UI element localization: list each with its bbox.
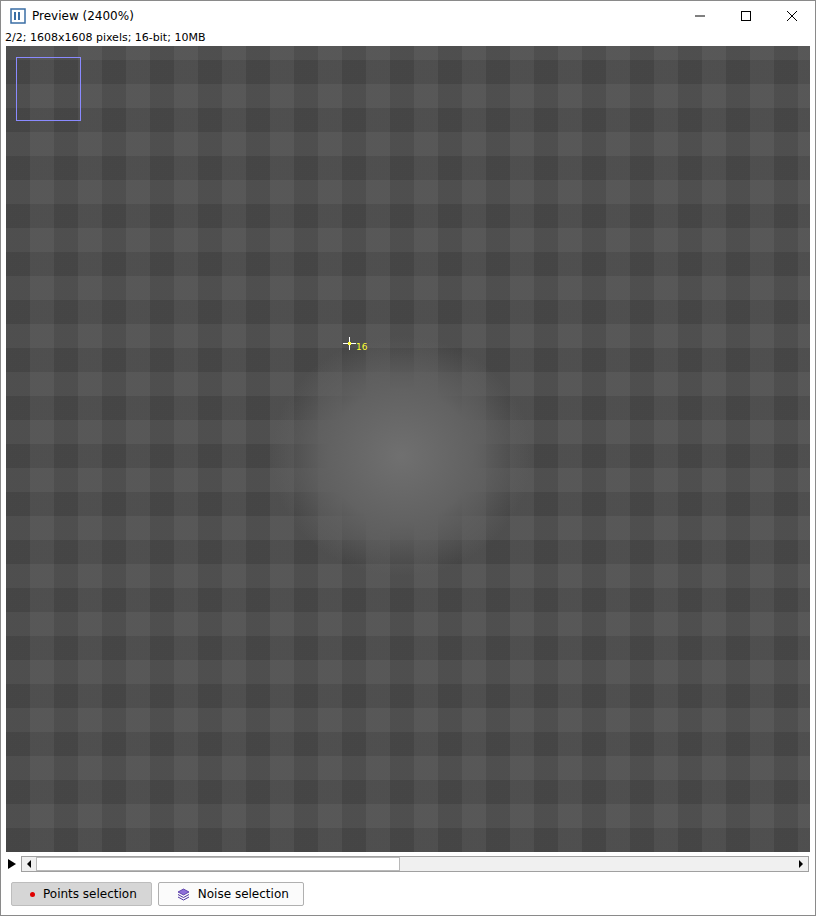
noise-layers-icon [177, 888, 190, 901]
button-label: Points selection [43, 887, 137, 901]
left-arrow-icon [26, 860, 32, 868]
scroll-left-button[interactable] [22, 857, 36, 871]
scroll-track[interactable] [36, 857, 794, 871]
close-button[interactable] [769, 1, 815, 31]
imagej-icon [10, 8, 26, 24]
slice-scroll-row [1, 856, 815, 872]
button-label: Noise selection [198, 887, 289, 901]
red-dot-icon [30, 892, 35, 897]
play-icon[interactable] [7, 858, 17, 870]
window-title: Preview (2400%) [32, 9, 677, 23]
points-selection-button[interactable]: Points selection [11, 882, 152, 906]
minimize-button[interactable] [677, 1, 723, 31]
maximize-icon [741, 11, 751, 21]
scroll-right-button[interactable] [794, 857, 808, 871]
right-arrow-icon [798, 860, 804, 868]
scroll-thumb[interactable] [36, 857, 400, 871]
slice-scrollbar[interactable] [21, 856, 809, 872]
minimize-icon [695, 11, 705, 21]
navigator-box [16, 57, 81, 121]
selection-buttons: Points selection Noise selection [1, 872, 815, 916]
close-icon [787, 11, 797, 21]
maximize-button[interactable] [723, 1, 769, 31]
point-cursor: 16 [343, 337, 367, 352]
preview-window: Preview (2400%) 2/2; 1608x1608 pixels; 16… [0, 0, 816, 916]
crosshair-icon [343, 337, 356, 350]
image-canvas[interactable]: 16 [6, 46, 810, 852]
cursor-label: 16 [356, 342, 367, 352]
title-bar: Preview (2400%) [1, 1, 815, 31]
noise-selection-button[interactable]: Noise selection [158, 882, 304, 906]
image-info: 2/2; 1608x1608 pixels; 16-bit; 10MB [1, 31, 815, 46]
